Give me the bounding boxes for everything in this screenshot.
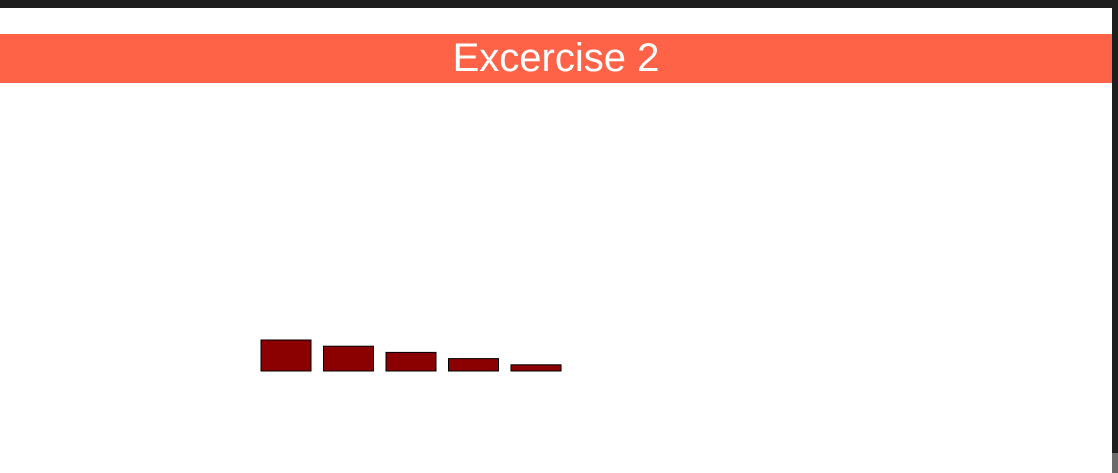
window-top-strip <box>0 0 1118 8</box>
bar-5 <box>510 364 562 372</box>
bar-1 <box>260 339 312 372</box>
title-banner: Excercise 2 <box>0 34 1112 83</box>
bar-3 <box>385 351 437 372</box>
bar-chart <box>260 339 562 372</box>
bar-2 <box>323 345 374 372</box>
page-title: Excercise 2 <box>452 36 660 80</box>
window-right-edge <box>1112 8 1118 473</box>
scrollbar-handle[interactable] <box>1112 453 1118 473</box>
bar-4 <box>448 358 499 372</box>
